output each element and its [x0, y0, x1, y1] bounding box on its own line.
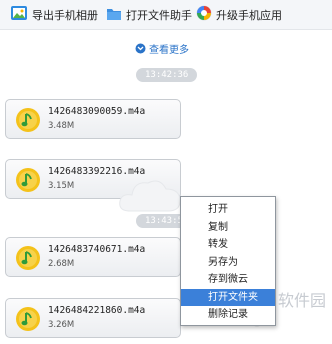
upgrade-app-button[interactable]: 升级手机应用 [196, 5, 282, 25]
file-message[interactable]: 1426483090059.m4a 3.48M [5, 99, 181, 139]
menu-item-save-as[interactable]: 另存为 [181, 254, 275, 272]
menu-item-open[interactable]: 打开 [181, 201, 275, 219]
export-album-label: 导出手机相册 [32, 9, 98, 22]
menu-item-open-folder[interactable]: 打开文件夹 [181, 288, 275, 306]
music-file-icon [15, 107, 41, 133]
see-more-label: 查看更多 [149, 45, 189, 56]
file-name: 1426483090059.m4a [48, 106, 146, 117]
file-size: 2.68M [48, 259, 75, 269]
see-more-link[interactable]: 查看更多 [135, 39, 189, 58]
chat-area: 查看更多 13:42:36 1426483090059.m4a 3.48M 14… [0, 31, 332, 344]
music-file-icon [15, 245, 41, 271]
open-file-helper-button[interactable]: 打开文件助手 [106, 5, 192, 25]
menu-item-forward[interactable]: 转发 [181, 236, 275, 254]
menu-item-delete-record[interactable]: 删除记录 [181, 306, 275, 324]
photo-album-icon [10, 5, 28, 25]
music-file-icon [15, 167, 41, 193]
watermark-text: 软件园 [278, 291, 327, 310]
file-name: 1426484221860.m4a [48, 305, 146, 316]
export-album-button[interactable]: 导出手机相册 [10, 5, 98, 25]
file-size: 3.48M [48, 121, 75, 131]
folder-icon [106, 6, 122, 25]
history-icon [135, 39, 146, 58]
toolbar: 导出手机相册 打开文件助手 升级手机应用 [0, 0, 332, 30]
open-file-helper-label: 打开文件助手 [126, 9, 192, 22]
timestamp: 13:42:36 [136, 68, 198, 82]
file-name: 1426483740671.m4a [48, 244, 146, 255]
menu-item-save-to-weiyun[interactable]: 存到微云 [181, 271, 275, 289]
app-upgrade-icon [196, 5, 212, 25]
menu-item-copy[interactable]: 复制 [181, 219, 275, 237]
file-message[interactable]: 1426483740671.m4a 2.68M [5, 237, 181, 277]
file-message[interactable]: 1426484221860.m4a 3.26M [5, 298, 181, 338]
upgrade-app-label: 升级手机应用 [216, 9, 282, 22]
file-size: 3.15M [48, 181, 75, 191]
music-file-icon [15, 306, 41, 332]
context-menu: 打开 复制 转发 另存为 存到微云 打开文件夹 删除记录 [180, 196, 276, 326]
file-size: 3.26M [48, 320, 75, 330]
